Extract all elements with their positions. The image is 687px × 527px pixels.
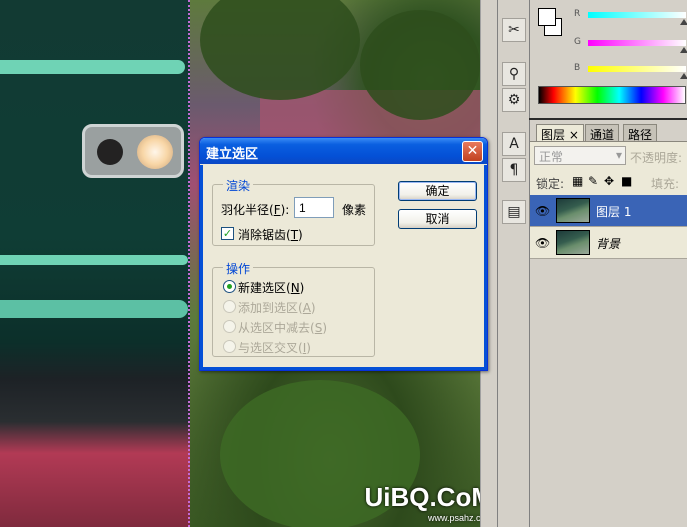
op-label-end: ) <box>299 281 305 295</box>
tools-icon[interactable]: ✂ <box>502 18 526 42</box>
tool-strip: ✂ ⚲ ⚙ A ¶ ▤ <box>497 0 529 527</box>
watermark-sub: www.psahz.com <box>427 513 493 523</box>
blue-slider[interactable] <box>588 66 687 79</box>
tab-label: 路径 <box>628 128 653 142</box>
subtract-selection-radio <box>223 320 236 333</box>
dialog-body: 渲染 羽化半径(F): 像素 ✓ 消除锯齿(T) 操作 新建选区(N) 添加到选… <box>200 165 487 370</box>
layers-toolbar: 正常 ▾ 不透明度: 锁定: ▦ ✎ ✥ ■ 填充: <box>530 141 687 195</box>
subtract-selection-label: 从选区中减去(S) <box>238 319 327 336</box>
layer-thumbnail <box>556 198 590 223</box>
tab-layers[interactable]: 图层 × <box>536 124 584 142</box>
blend-mode-select[interactable]: 正常 ▾ <box>534 146 626 165</box>
close-icon[interactable]: ✕ <box>462 141 483 162</box>
lock-label: 锁定: <box>536 177 565 191</box>
brush-icon[interactable]: ⚲ <box>502 62 526 86</box>
op-label-text: 添加到选区( <box>238 301 303 315</box>
layer-thumbnail <box>556 230 590 255</box>
train-stripe <box>0 255 188 265</box>
new-selection-radio[interactable] <box>223 280 236 293</box>
tab-label: 通道 <box>590 128 615 142</box>
clone-stamp-icon[interactable]: ⚙ <box>502 88 526 112</box>
layer-row[interactable]: 👁 背景 <box>530 227 687 259</box>
add-to-selection-radio <box>223 300 236 313</box>
paragraph-icon[interactable]: ¶ <box>502 158 526 182</box>
layer-name: 图层 1 <box>596 205 632 219</box>
make-selection-dialog: 建立选区 ✕ 渲染 羽化半径(F): 像素 ✓ 消除锯齿(T) 操作 新建选区(… <box>199 137 488 371</box>
watermark: UiBQ.CoM www.psahz.com <box>364 482 493 523</box>
foreground-color-swatch[interactable] <box>538 8 556 26</box>
operation-group: 操作 新建选区(N) 添加到选区(A) 从选区中减去(S) 与选区交叉(I) <box>212 260 375 357</box>
dialog-title: 建立选区 <box>206 147 259 162</box>
blend-mode-value: 正常 <box>539 150 564 164</box>
train-stripe <box>0 60 185 74</box>
antialias-label-end: ) <box>298 228 303 242</box>
antialias-label[interactable]: 消除锯齿(T) <box>238 226 303 243</box>
feather-radius-input[interactable] <box>294 197 334 218</box>
render-group: 渲染 羽化半径(F): 像素 ✓ 消除锯齿(T) <box>212 177 375 246</box>
antialias-accel: T <box>290 228 299 242</box>
layer-comps-icon[interactable]: ▤ <box>502 200 526 224</box>
antialias-label-text: 消除锯齿( <box>238 228 291 242</box>
eye-icon[interactable]: 👁 <box>535 236 550 250</box>
add-to-selection-label: 添加到选区(A) <box>238 299 316 316</box>
op-label-end: ) <box>322 321 327 335</box>
close-icon[interactable]: × <box>569 128 579 142</box>
op-label-text: 新建选区( <box>238 281 291 295</box>
antialias-checkbox[interactable]: ✓ <box>221 227 234 240</box>
dialog-title-bar[interactable]: 建立选区 <box>200 138 487 164</box>
ok-button[interactable]: 确定 <box>398 181 477 201</box>
op-label-text: 与选区交叉( <box>238 341 303 355</box>
feather-label-end: ): <box>280 203 290 217</box>
train-stripe <box>0 300 188 318</box>
color-panel: R G B <box>529 0 687 118</box>
tab-label: 图层 <box>541 128 566 142</box>
eye-icon[interactable]: 👁 <box>535 204 550 218</box>
cancel-button[interactable]: 取消 <box>398 209 477 229</box>
op-label-end: ) <box>310 301 316 315</box>
type-icon[interactable]: A <box>502 132 526 156</box>
feather-unit: 像素 <box>342 203 367 217</box>
opacity-label: 不透明度: <box>630 151 683 165</box>
tree-foliage <box>200 0 360 100</box>
lock-paint-icon[interactable]: ✎ <box>588 174 598 188</box>
feather-accel: F <box>273 203 281 217</box>
tree-foliage <box>360 10 480 120</box>
train-headlight <box>82 124 184 178</box>
feather-label: 羽化半径(F): <box>221 201 289 218</box>
layer-name: 背景 <box>596 237 621 251</box>
train-image <box>0 0 190 527</box>
op-label-end: ) <box>306 341 311 355</box>
color-spectrum[interactable] <box>538 86 686 104</box>
feather-label-text: 羽化半径( <box>221 203 274 217</box>
channel-label: G <box>574 37 581 47</box>
channel-label: B <box>574 63 581 73</box>
layers-panel: 图层 × 通道 路径 正常 ▾ 不透明度: 锁定: ▦ ✎ ✥ ■ 填充: 👁 … <box>529 120 687 527</box>
tab-paths[interactable]: 路径 <box>623 124 658 142</box>
watermark-main: UiBQ.CoM <box>364 482 493 512</box>
render-group-title: 渲染 <box>223 177 254 194</box>
lock-transparent-icon[interactable]: ▦ <box>572 174 583 188</box>
green-slider[interactable] <box>588 40 687 53</box>
op-accel: A <box>302 301 311 315</box>
layer-row[interactable]: 👁 图层 1 <box>530 195 687 227</box>
operation-group-title: 操作 <box>223 260 254 277</box>
lock-all-icon[interactable]: ■ <box>621 174 632 188</box>
op-accel: N <box>290 281 300 295</box>
intersect-selection-radio <box>223 340 236 353</box>
fill-label: 填充: <box>651 177 680 191</box>
new-selection-label[interactable]: 新建选区(N) <box>238 279 304 296</box>
lock-move-icon[interactable]: ✥ <box>604 174 614 188</box>
chevron-down-icon: ▾ <box>615 148 622 162</box>
op-label-text: 从选区中减去( <box>238 321 315 335</box>
tab-channels[interactable]: 通道 <box>585 124 620 142</box>
red-slider[interactable] <box>588 12 687 25</box>
intersect-selection-label: 与选区交叉(I) <box>238 339 311 356</box>
channel-label: R <box>574 9 581 19</box>
